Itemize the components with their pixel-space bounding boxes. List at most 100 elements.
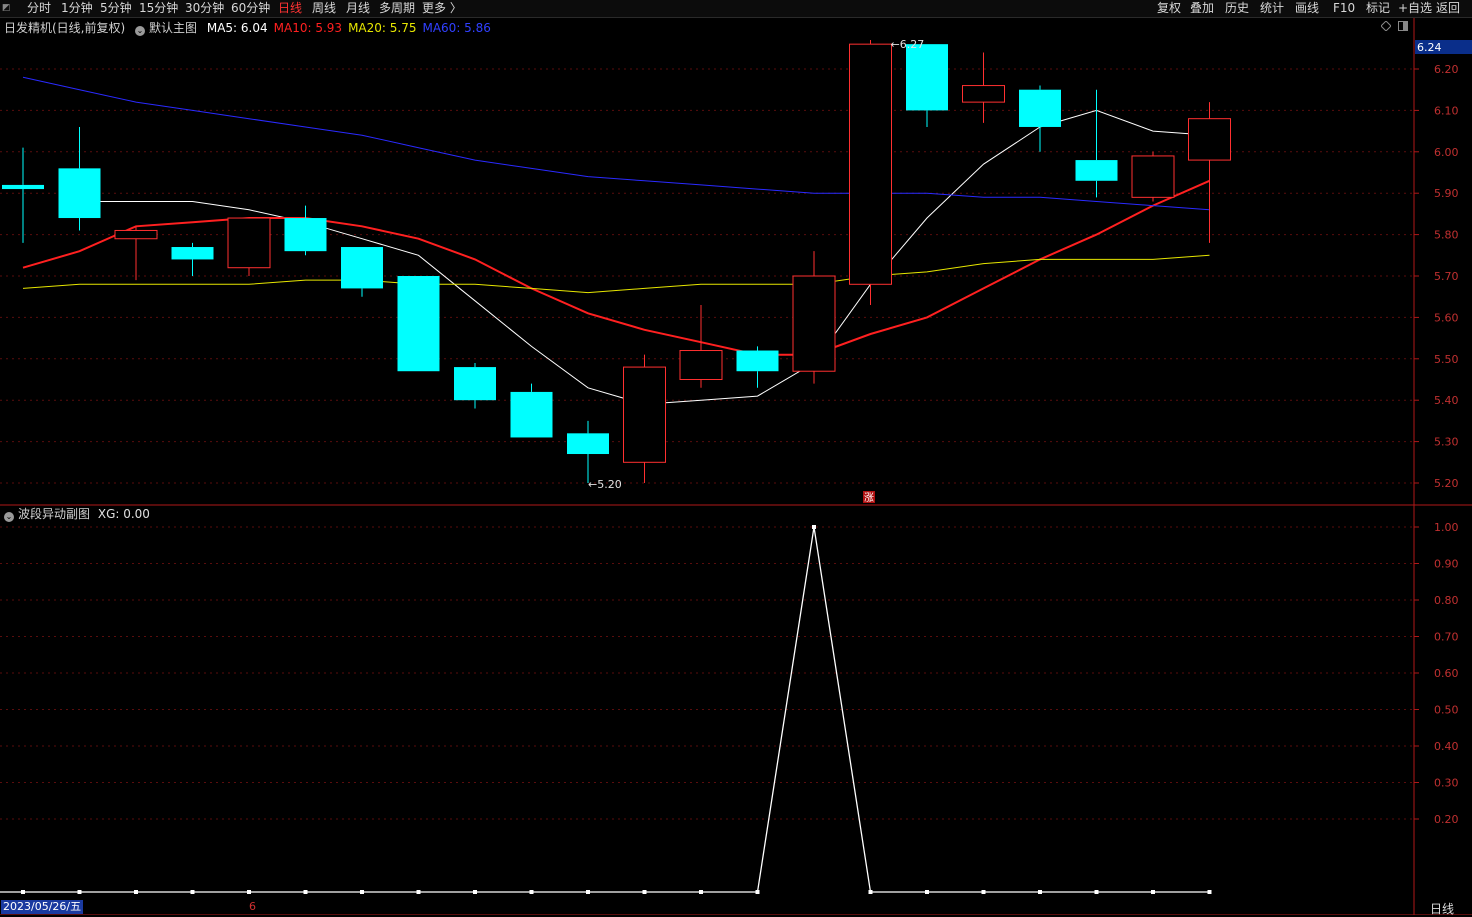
toolbar-button-8[interactable]: 返回 — [1436, 0, 1460, 17]
app-logo-icon: ◩ — [2, 3, 11, 13]
candle-up — [623, 366, 666, 463]
candle-down — [58, 168, 101, 219]
xg-point — [586, 890, 590, 894]
toolbar-button-5[interactable]: F10 — [1333, 0, 1355, 17]
sub-tick-label: 0.60 — [1434, 667, 1459, 680]
candle-down — [2, 184, 44, 190]
ma-label-0: MA5: 6.04 — [206, 21, 268, 35]
price-tick-label: 5.30 — [1434, 436, 1459, 449]
xg-value: XG: 0.00 — [97, 507, 150, 521]
ma-label-3: MA60: 5.86 — [422, 21, 491, 35]
toolbar-button-0[interactable]: 复权 — [1157, 0, 1181, 17]
toolbar-button-3[interactable]: 统计 — [1260, 0, 1284, 17]
candle-down — [1019, 89, 1061, 127]
candle-down — [171, 247, 214, 260]
xg-point — [642, 890, 647, 894]
price-tick-label: 5.90 — [1434, 187, 1459, 200]
period-tab-4[interactable]: 30分钟 — [185, 0, 224, 17]
period-tab-8[interactable]: 月线 — [346, 0, 370, 17]
candle-down — [454, 367, 496, 401]
period-tab-2[interactable]: 5分钟 — [100, 0, 132, 17]
price-tag-label: 6.24 — [1417, 41, 1442, 54]
candle-up — [227, 217, 271, 269]
limit-up-marker: 涨 — [864, 492, 874, 504]
month-mark: 6 — [249, 900, 256, 913]
toolbar-button-6[interactable]: 标记 — [1366, 0, 1390, 17]
xg-point — [755, 890, 760, 894]
main-panel-title: 日发精机(日线,前复权) ⌄ 默认主图 MA5: 6.04 MA10: 5.93 MA… — [4, 19, 491, 36]
sub-tick-label: 0.90 — [1434, 558, 1459, 571]
toolbar-button-1[interactable]: 叠加 — [1190, 0, 1214, 17]
period-tab-10[interactable]: 更多 〉 — [422, 0, 462, 17]
toolbar-button-4[interactable]: 画线 — [1295, 0, 1319, 17]
sub-tick-label: 1.00 — [1434, 521, 1459, 534]
xg-point — [925, 890, 929, 894]
period-tab-9[interactable]: 多周期 — [379, 0, 415, 17]
price-tick-label: 6.00 — [1434, 146, 1459, 159]
xg-point — [77, 890, 82, 894]
ma-label-1: MA10: 5.93 — [273, 21, 343, 35]
sub-tick-label: 0.50 — [1434, 704, 1459, 717]
sub-tick-label: 0.40 — [1434, 740, 1459, 753]
sub-tick-label: 0.80 — [1434, 594, 1459, 607]
price-tick-label: 5.60 — [1434, 311, 1459, 324]
xg-point — [360, 890, 364, 894]
sub-indicator-menu-icon[interactable]: ⌄ — [4, 512, 14, 522]
period-tab-6[interactable]: 日线 — [278, 0, 302, 17]
sub-indicator-name[interactable]: 波段异动副图 — [18, 507, 90, 521]
indicator-name[interactable]: 默认主图 — [149, 21, 197, 35]
price-tick-label: 5.20 — [1434, 477, 1459, 490]
candle-up — [792, 275, 836, 372]
candle-down — [736, 350, 779, 372]
toolbar-button-2[interactable]: 历史 — [1225, 0, 1249, 17]
period-tab-5[interactable]: 60分钟 — [231, 0, 270, 17]
panel-toggle-icon[interactable] — [1398, 21, 1408, 31]
ma-label-2: MA20: 5.75 — [348, 21, 417, 35]
price-tick-label: 6.10 — [1434, 104, 1459, 117]
candle-down — [341, 247, 383, 289]
toolbar-button-7[interactable]: +自选 — [1398, 0, 1432, 17]
xg-point — [1207, 890, 1212, 894]
xg-point — [981, 890, 986, 894]
candle-up — [849, 43, 892, 285]
ma-line-ma10 — [22, 179, 1210, 356]
price-tick-label: 5.50 — [1434, 353, 1459, 366]
sub-panel-title: ⌄ 波段异动副图 XG: 0.00 — [4, 505, 150, 522]
candle-down — [567, 433, 609, 455]
candle-down — [906, 44, 948, 111]
price-tick-label: 6.20 — [1434, 63, 1459, 76]
xg-point — [868, 890, 873, 894]
candle-up — [679, 350, 723, 380]
sub-tick-label: 0.70 — [1434, 631, 1459, 644]
diamond-icon[interactable] — [1381, 21, 1391, 31]
low-label: ←5.20 — [588, 478, 622, 491]
xg-point — [1151, 890, 1155, 894]
xg-point — [473, 890, 477, 894]
candle-down — [1075, 160, 1118, 181]
period-tab-0[interactable]: 分时 — [27, 0, 51, 17]
xg-point — [812, 525, 816, 529]
xg-point — [247, 890, 251, 894]
period-tab-7[interactable]: 周线 — [312, 0, 336, 17]
candle-up — [962, 85, 1005, 103]
candle-down — [397, 276, 440, 372]
xg-point — [1038, 890, 1042, 894]
xg-point — [21, 890, 25, 894]
stock-chart[interactable]: 6.20 6.10 6.00 5.90 5.80 5.70 5.60 5.50 5.40 5.30… — [0, 18, 1472, 915]
candle-down — [510, 391, 553, 438]
candle-up — [1131, 155, 1175, 198]
price-tick-label: 5.80 — [1434, 229, 1459, 242]
candle-down — [284, 218, 327, 252]
xg-point — [190, 890, 195, 894]
ma-line-ma20 — [22, 254, 1210, 294]
xg-point — [699, 890, 703, 894]
indicator-menu-icon[interactable]: ⌄ — [135, 26, 146, 36]
stock-label: 日发精机(日线,前复权) — [4, 21, 126, 35]
period-tab-1[interactable]: 1分钟 — [61, 0, 93, 17]
period-tab[interactable]: 日线 — [1430, 900, 1454, 917]
period-tab-3[interactable]: 15分钟 — [139, 0, 178, 17]
cursor-date: 2023/05/26/五 — [1, 900, 84, 914]
ma-legend: MA5: 6.04 MA10: 5.93 MA20: 5.75 MA60: 5.86 — [201, 21, 491, 35]
candle-up — [114, 229, 158, 240]
period-toolbar: ◩ 分时 1分钟 5分钟 15分钟 30分钟 60分钟 日线 周线 月线 多周期 更多 〉 复权 叠加… — [0, 0, 1472, 18]
